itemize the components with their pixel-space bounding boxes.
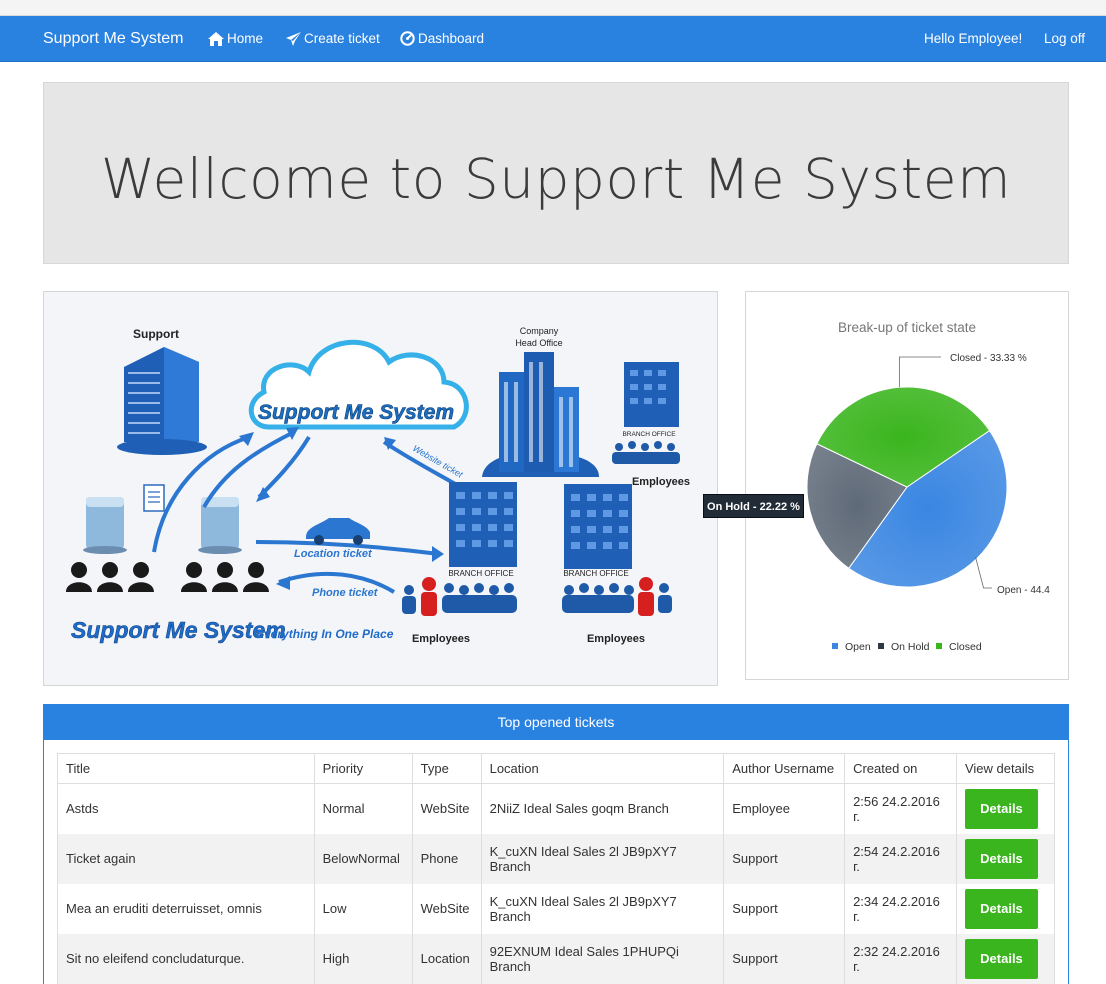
column-header-view-details: View details xyxy=(955,753,1056,784)
ticket-location: K_cuXN Ideal Sales 2l JB9pXY7 Branch xyxy=(480,833,725,884)
pie-label-connector-closed xyxy=(898,356,941,388)
legend-swatch-on-hold xyxy=(878,643,884,649)
legend-item-closed[interactable]: Closed xyxy=(949,641,982,653)
details-button[interactable]: Details xyxy=(964,788,1038,829)
ticket-priority: High xyxy=(313,933,413,984)
table-row: Ticket again BelowNormal Phone K_cuXN Id… xyxy=(57,833,1056,884)
navbar: Support Me System Home Create ticket Das… xyxy=(0,16,1106,62)
ticket-type: Phone xyxy=(411,833,482,884)
ticket-priority: BelowNormal xyxy=(313,833,413,884)
support-agents-middle-icon xyxy=(181,562,269,592)
ticket-priority: Normal xyxy=(313,783,413,834)
legend-item-on-hold[interactable]: On Hold xyxy=(891,641,930,653)
ticket-type: WebSite xyxy=(411,783,482,834)
nav-create-ticket-label: Create ticket xyxy=(304,31,380,46)
welcome-banner: Wellcome to Support Me System xyxy=(43,82,1069,264)
nav-dashboard[interactable]: Dashboard xyxy=(400,31,484,46)
chart-tooltip: On Hold - 22.22 % xyxy=(703,494,804,518)
column-header-title[interactable]: Title xyxy=(57,753,315,784)
ticket-location: 2NiiZ Ideal Sales goqm Branch xyxy=(480,783,725,834)
document-icon xyxy=(143,484,165,512)
employees-label-top: Employees xyxy=(632,476,690,488)
head-office-label-line1: Company xyxy=(520,326,559,336)
pie-label-connector-open xyxy=(975,556,992,589)
support-label: Support xyxy=(133,327,179,341)
ticket-created: 2:32 24.2.2016 г. xyxy=(844,933,957,984)
ticket-title: Sit no eleifend concludaturque. xyxy=(57,933,315,984)
dashboard-icon xyxy=(400,31,415,46)
tickets-table: Title Priority Type Location Author User… xyxy=(57,753,1056,984)
branch-office-label-right: BRANCH OFFICE xyxy=(563,569,628,578)
welcome-heading: Wellcome to Support Me System xyxy=(100,147,1012,211)
ticket-author: Support xyxy=(723,883,846,934)
ticket-author: Employee xyxy=(723,783,846,834)
details-button[interactable]: Details xyxy=(964,838,1038,879)
nav-dashboard-label: Dashboard xyxy=(418,31,485,46)
system-diagram-image: Support Support Me System Company Head O… xyxy=(44,292,717,685)
support-agents-left-icon xyxy=(66,562,154,592)
nav-home[interactable]: Home xyxy=(208,31,263,46)
ticket-title: Ticket again xyxy=(57,833,315,884)
ticket-created: 2:56 24.2.2016 г. xyxy=(844,783,957,834)
branch-office-right-icon xyxy=(564,484,632,569)
ticket-state-chart: Break-up of ticket state Closed - 33.33 … xyxy=(745,291,1069,680)
details-button[interactable]: Details xyxy=(964,938,1038,979)
legend-swatch-closed xyxy=(936,643,942,649)
ticket-actions: Details xyxy=(955,783,1056,834)
table-row: Sit no eleifend concludaturque. High Loc… xyxy=(57,933,1056,984)
nav-create-ticket[interactable]: Create ticket xyxy=(286,31,380,46)
nav-home-label: Home xyxy=(227,31,264,46)
ticket-type: WebSite xyxy=(411,883,482,934)
table-row: Mea an eruditi deterruisset, omnis Low W… xyxy=(57,883,1056,934)
legend-swatch-open xyxy=(832,643,838,649)
panel-title: Top opened tickets xyxy=(44,705,1068,740)
column-header-location[interactable]: Location xyxy=(480,753,725,784)
logo-tagline-text: Everything In One Place xyxy=(256,627,394,641)
details-button[interactable]: Details xyxy=(964,888,1038,929)
top-tickets-panel: Top opened tickets Title Priority Type L… xyxy=(43,704,1069,984)
ticket-created: 2:34 24.2.2016 г. xyxy=(844,883,957,934)
column-header-priority[interactable]: Priority xyxy=(313,753,413,784)
pie-label-open: Open - 44.4 xyxy=(997,585,1050,596)
branch-office-small-icon xyxy=(624,362,679,427)
pie-label-closed: Closed - 33.33 % xyxy=(950,353,1027,364)
ticket-location: 92EXNUM Ideal Sales 1PHUPQi Branch xyxy=(480,933,725,984)
ticket-location: K_cuXN Ideal Sales 2l JB9pXY7 Branch xyxy=(480,883,725,934)
ticket-actions: Details xyxy=(955,933,1056,984)
column-header-author[interactable]: Author Username xyxy=(723,753,846,784)
location-ticket-label: Location ticket xyxy=(294,548,373,560)
user-greeting-link[interactable]: Hello Employee! xyxy=(924,31,1022,46)
branch-office-label-middle: BRANCH OFFICE xyxy=(448,569,513,578)
logo-main-text: Support Me System xyxy=(71,617,286,643)
ticket-type: Location xyxy=(411,933,482,984)
column-header-type[interactable]: Type xyxy=(411,753,482,784)
brand-link[interactable]: Support Me System xyxy=(43,30,184,48)
employees-label-right: Employees xyxy=(587,633,645,645)
system-illustration: Support Support Me System Company Head O… xyxy=(43,291,718,686)
server-left-icon xyxy=(83,497,127,554)
ticket-actions: Details xyxy=(955,883,1056,934)
home-icon xyxy=(208,31,224,46)
logoff-link[interactable]: Log off xyxy=(1044,31,1085,46)
browser-top-strip xyxy=(0,0,1106,16)
cloud-text: Support Me System xyxy=(258,401,454,424)
branch-office-middle-icon xyxy=(449,482,517,567)
ticket-author: Support xyxy=(723,933,846,984)
branch-office-label-top: BRANCH OFFICE xyxy=(622,431,676,438)
legend-item-open[interactable]: Open xyxy=(845,641,871,653)
paper-plane-icon xyxy=(286,31,301,46)
ticket-actions: Details xyxy=(955,833,1056,884)
ticket-title: Astds xyxy=(57,783,315,834)
table-header-row: Title Priority Type Location Author User… xyxy=(57,753,1056,784)
column-header-created[interactable]: Created on xyxy=(844,753,957,784)
ticket-author: Support xyxy=(723,833,846,884)
pie-chart-svg: Closed - 33.33 % Open - 44.4 Open On Hold Cl… xyxy=(806,353,1050,653)
employees-label-middle: Employees xyxy=(412,633,470,645)
ticket-created: 2:54 24.2.2016 г. xyxy=(844,833,957,884)
table-row: Astds Normal WebSite 2NiiZ Ideal Sales g… xyxy=(57,783,1056,834)
ticket-title: Mea an eruditi deterruisset, omnis xyxy=(57,883,315,934)
head-office-label-line2: Head Office xyxy=(515,338,562,348)
ticket-priority: Low xyxy=(313,883,413,934)
phone-ticket-label: Phone ticket xyxy=(312,587,379,599)
